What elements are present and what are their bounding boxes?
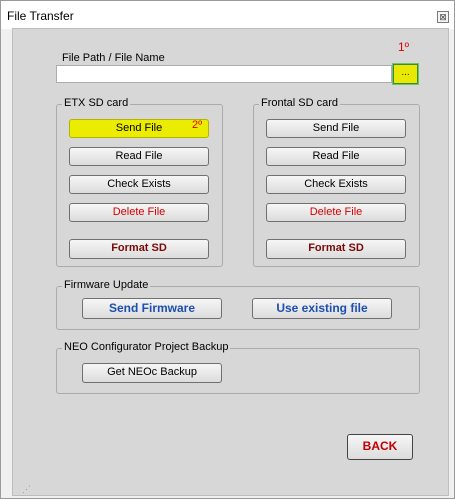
file-path-label: File Path / File Name xyxy=(62,52,165,64)
project-backup-legend: NEO Configurator Project Backup xyxy=(62,341,231,353)
title-bar[interactable]: File Transfer xyxy=(1,1,454,29)
etx-delete-file-button[interactable]: Delete File xyxy=(69,203,209,222)
send-firmware-button[interactable]: Send Firmware xyxy=(82,298,222,319)
step-2-marker: 2º xyxy=(192,119,203,131)
frontal-check-exists-button[interactable]: Check Exists xyxy=(266,175,406,194)
etx-send-file-button[interactable]: Send File xyxy=(69,119,209,138)
firmware-update-legend: Firmware Update xyxy=(62,279,151,291)
window-title: File Transfer xyxy=(7,9,74,23)
file-path-input[interactable] xyxy=(56,65,392,83)
back-button[interactable]: BACK xyxy=(347,434,413,460)
frontal-send-file-button[interactable]: Send File xyxy=(266,119,406,138)
frontal-read-file-button[interactable]: Read File xyxy=(266,147,406,166)
etx-format-sd-button[interactable]: Format SD xyxy=(69,239,209,259)
frontal-sd-card-legend: Frontal SD card xyxy=(259,97,341,109)
resize-grip-icon[interactable]: ⋰ xyxy=(22,484,31,495)
use-existing-file-button[interactable]: Use existing file xyxy=(252,298,392,319)
close-icon[interactable]: ⊠ xyxy=(437,11,449,23)
frontal-format-sd-button[interactable]: Format SD xyxy=(266,239,406,259)
etx-sd-card-legend: ETX SD card xyxy=(62,97,131,109)
get-neoc-backup-button[interactable]: Get NEOc Backup xyxy=(82,363,222,383)
etx-read-file-button[interactable]: Read File xyxy=(69,147,209,166)
frontal-delete-file-button[interactable]: Delete File xyxy=(266,203,406,222)
step-1-marker: 1º xyxy=(398,40,410,54)
etx-check-exists-button[interactable]: Check Exists xyxy=(69,175,209,194)
browse-button[interactable]: ... xyxy=(392,63,419,85)
